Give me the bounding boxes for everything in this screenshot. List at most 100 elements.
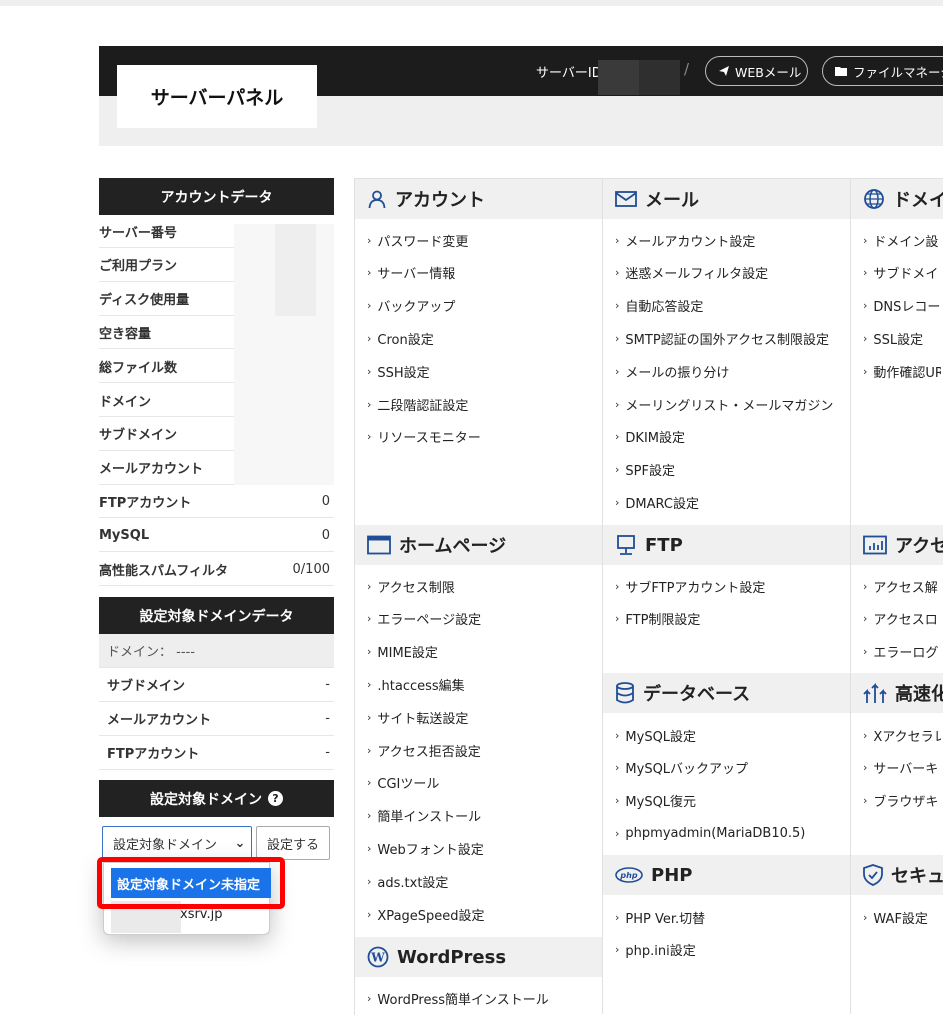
help-icon[interactable]: ? <box>268 791 283 806</box>
menu-item-security[interactable]: › WAF設定 <box>863 908 941 927</box>
domain-subdomain-value: - <box>325 677 330 692</box>
menu-item-label: DMARC設定 <box>625 496 699 512</box>
menu-item-label: DNSレコー <box>873 300 941 315</box>
menu-item-speed[interactable]: › ブラウザキ <box>863 792 941 810</box>
menu-item-account[interactable]: › サーバー情報 <box>367 264 600 282</box>
menu-item-account[interactable]: › Cron設定 <box>367 329 600 348</box>
section-header-database: データベース <box>603 673 850 713</box>
menu-item-label: CGIツール <box>377 777 440 792</box>
menu-item-homepage[interactable]: › CGIツール <box>367 774 600 792</box>
menu-item-database[interactable]: › phpmyadmin(MariaDB10.5) <box>615 824 848 842</box>
chevron-right-icon: › <box>615 299 620 313</box>
monitor-icon <box>615 534 637 556</box>
menu-item-label: Xアクセラレ <box>873 729 941 745</box>
chevron-right-icon: › <box>367 266 372 280</box>
menu-item-account[interactable]: › パスワード変更 <box>367 231 600 250</box>
menu-item-mail[interactable]: › メーリングリスト・メールマガジン <box>615 395 848 414</box>
menu-item-wordpress[interactable]: › WordPress簡単インストール <box>367 989 600 1008</box>
menu-item-domain[interactable]: › DNSレコー <box>863 297 941 315</box>
menu-item-mail[interactable]: › DKIM設定 <box>615 428 848 446</box>
account-row: MySQL 0 <box>99 519 334 553</box>
chevron-right-icon: › <box>863 331 868 345</box>
section-header-domain: ドメイ <box>851 179 943 219</box>
menu-item-domain[interactable]: › SSL設定 <box>863 329 941 348</box>
menu-item-access[interactable]: › アクセスロ <box>863 610 941 628</box>
webmail-label: WEBメール <box>735 64 802 80</box>
section-header-mail: メール <box>603 179 850 219</box>
menu-item-database[interactable]: › MySQLバックアップ <box>615 759 848 777</box>
menu-item-label: アクセス解 <box>873 580 938 596</box>
menu-item-homepage[interactable]: › サイト転送設定 <box>367 708 600 727</box>
chevron-right-icon: › <box>615 364 620 378</box>
menu-item-access[interactable]: › アクセス解 <box>863 577 941 596</box>
menu-item-homepage[interactable]: › アクセス拒否設定 <box>367 741 600 760</box>
file-manager-button[interactable]: ファイルマネージ <box>822 56 943 86</box>
menu-item-label: MySQL設定 <box>625 729 697 745</box>
menu-item-homepage[interactable]: › Webフォント設定 <box>367 839 600 858</box>
menu-item-mail[interactable]: › 自動応答設定 <box>615 297 848 315</box>
menu-item-database[interactable]: › MySQL設定 <box>615 726 848 745</box>
menu-item-homepage[interactable]: › MIME設定 <box>367 643 600 661</box>
menu-item-label: MIME設定 <box>377 646 438 661</box>
menu-item-ftp[interactable]: › FTP制限設定 <box>615 610 848 628</box>
domain-mail-label: メールアカウント <box>107 713 212 728</box>
chevron-right-icon: › <box>367 397 372 411</box>
domain-subdomain-label: サブドメイン <box>107 679 186 694</box>
section-title-mail: メール <box>645 190 699 211</box>
menu-item-label: SMTP認証の国外アクセス制限設定 <box>625 332 830 348</box>
webmail-button[interactable]: WEBメール <box>705 56 808 86</box>
menu-item-domain[interactable]: › 動作確認UR <box>863 362 941 381</box>
menu-item-account[interactable]: › リソースモニター <box>367 428 600 446</box>
account-row-label: 高性能スパムフィルタ <box>99 563 228 579</box>
menu-item-mail[interactable]: › DMARC設定 <box>615 493 848 512</box>
menu-item-ftp[interactable]: › サブFTPアカウント設定 <box>615 577 848 596</box>
menu-item-speed[interactable]: › Xアクセラレ <box>863 726 941 745</box>
panel-logo[interactable]: サーバーパネル <box>117 65 317 128</box>
menu-item-php[interactable]: › PHP Ver.切替 <box>615 908 848 927</box>
menu-item-account[interactable]: › SSH設定 <box>367 362 600 381</box>
menu-item-mail[interactable]: › メールの振り分け <box>615 362 848 381</box>
menu-item-label: 動作確認UR <box>873 365 941 381</box>
menu-item-label: MySQLバックアップ <box>625 762 749 777</box>
menu-item-homepage[interactable]: › XPageSpeed設定 <box>367 905 600 924</box>
menu-item-mail[interactable]: › SPF設定 <box>615 461 848 479</box>
menu-item-homepage[interactable]: › 簡単インストール <box>367 807 600 825</box>
section-header-access: アクセ <box>851 525 943 565</box>
menu-item-mail[interactable]: › メールアカウント設定 <box>615 231 848 250</box>
menu-item-php[interactable]: › php.ini設定 <box>615 941 848 959</box>
menu-item-mail[interactable]: › SMTP認証の国外アクセス制限設定 <box>615 329 848 348</box>
account-row: FTPアカウント 0 <box>99 485 334 519</box>
chevron-right-icon: › <box>615 910 620 924</box>
set-domain-button[interactable]: 設定する <box>256 826 330 860</box>
menu-item-mail[interactable]: › 迷惑メールフィルタ設定 <box>615 264 848 282</box>
menu-item-label: Cron設定 <box>377 332 434 348</box>
highlight-frame <box>97 857 285 909</box>
menu-item-account[interactable]: › バックアップ <box>367 297 600 315</box>
section-header-security: セキュ <box>851 855 943 895</box>
domain-subdomain-row: サブドメイン - <box>99 668 334 702</box>
chevron-right-icon: › <box>615 794 620 808</box>
menu-item-homepage[interactable]: › アクセス制限 <box>367 577 600 596</box>
domain-row: ドメイン： ---- <box>99 634 334 668</box>
menu-item-access[interactable]: › エラーログ <box>863 643 941 661</box>
menu-item-homepage[interactable]: › .htaccess編集 <box>367 675 600 694</box>
domain-ftp-row: FTPアカウント - <box>99 736 334 770</box>
chevron-right-icon: › <box>367 331 372 345</box>
chevron-right-icon: › <box>367 991 372 1005</box>
chevron-right-icon: › <box>615 266 620 280</box>
menu-item-label: サーバー情報 <box>377 267 456 282</box>
menu-item-homepage[interactable]: › ads.txt設定 <box>367 872 600 891</box>
menu-item-domain[interactable]: › ドメイン設 <box>863 231 941 250</box>
chevron-right-icon: › <box>863 364 868 378</box>
menu-item-label: 二段階認証設定 <box>377 398 469 414</box>
menu-item-domain[interactable]: › サブドメイ <box>863 264 941 282</box>
menu-item-account[interactable]: › 二段階認証設定 <box>367 395 600 414</box>
menu-item-database[interactable]: › MySQL復元 <box>615 792 848 810</box>
menu-item-homepage[interactable]: › エラーページ設定 <box>367 610 600 628</box>
dropdown-option-xsrv[interactable]: xsrv.jp <box>180 907 223 922</box>
shield-check-icon <box>863 864 883 886</box>
chevron-right-icon: › <box>863 612 868 626</box>
chevron-right-icon: › <box>863 645 868 659</box>
menu-item-speed[interactable]: › サーバーキ <box>863 759 941 777</box>
target-domain-select[interactable]: 設定対象ドメイン ⌄ <box>102 826 252 860</box>
